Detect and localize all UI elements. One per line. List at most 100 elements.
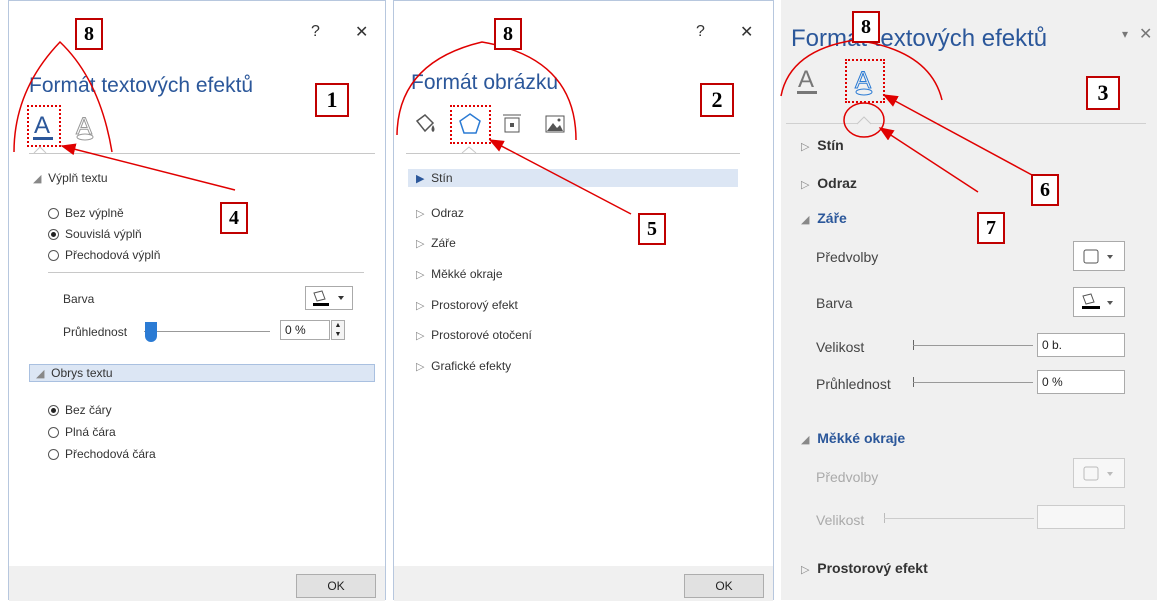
svg-text:A: A: [798, 66, 814, 93]
transparency-slider-track[interactable]: [913, 382, 1033, 383]
size-input[interactable]: 0 b.: [1037, 333, 1125, 357]
text-fill-outline-tab[interactable]: A: [796, 64, 820, 98]
radio-no-line[interactable]: [48, 405, 59, 416]
section-label: Měkké okraje: [817, 430, 906, 446]
list-item-label: Prostorové otočení: [431, 328, 532, 342]
close-button[interactable]: ✕: [355, 22, 368, 42]
annotation-badge-8: 8: [75, 18, 103, 50]
annotation-highlight: [27, 105, 61, 147]
list-item-label: Odraz: [431, 206, 464, 220]
section-label: Výplň textu: [48, 171, 108, 185]
spin-button[interactable]: ▲ ▼: [331, 320, 345, 340]
expand-triangle-icon: ▶: [416, 173, 425, 185]
size-slider-track[interactable]: [913, 345, 1033, 346]
format-text-effects-pane: Formát textových efektů ▾ ✕ 3 A A ▷ Stín…: [781, 0, 1157, 600]
close-icon[interactable]: ✕: [1139, 24, 1152, 44]
list-item-label: Měkké okraje: [431, 267, 503, 281]
section-text-fill[interactable]: ◢ Výplň textu: [33, 171, 108, 185]
annotation-badge-3: 3: [1086, 76, 1120, 110]
section-soft-edges[interactable]: ◢ Měkké okraje: [801, 430, 905, 446]
list-item-soft-edges[interactable]: ▷ Měkké okraje: [416, 267, 503, 281]
text-effects-icon: A: [76, 113, 94, 141]
size-input-disabled[interactable]: [1037, 505, 1125, 529]
transparency-label: Průhlednost: [63, 325, 128, 339]
collapse-triangle-icon: ◢: [801, 214, 810, 226]
section-3d-format[interactable]: ▷ Prostorový efekt: [801, 560, 928, 576]
paint-bucket-icon: [1082, 293, 1113, 309]
close-button[interactable]: ✕: [740, 22, 753, 42]
transparency-slider-track[interactable]: [144, 331, 270, 332]
ok-button[interactable]: OK: [296, 574, 376, 598]
expand-triangle-icon: ▷: [416, 361, 425, 373]
section-label: Odraz: [817, 175, 857, 191]
divider: [48, 272, 364, 273]
list-item-glow[interactable]: ▷ Záře: [416, 236, 456, 250]
radio-label: Bez výplně: [65, 206, 124, 220]
presets-dropdown-disabled[interactable]: [1073, 458, 1125, 488]
list-item-3d-rotation[interactable]: ▷ Prostorové otočení: [416, 328, 532, 342]
annotation-badge-8: 8: [852, 11, 880, 43]
expand-triangle-icon: ▷: [416, 238, 425, 250]
annotation-badge-7: 7: [977, 212, 1005, 244]
size-label: Velikost: [816, 512, 865, 528]
fill-line-tab[interactable]: [412, 111, 438, 139]
radio-solid-fill[interactable]: [48, 229, 59, 240]
radio-gradient-fill[interactable]: [48, 250, 59, 261]
section-glow[interactable]: ◢ Záře: [801, 210, 847, 226]
dialog-title: Formát textových efektů: [29, 74, 254, 97]
presets-dropdown[interactable]: [1073, 241, 1125, 271]
size-label: Velikost: [816, 339, 865, 355]
section-label: Prostorový efekt: [817, 560, 928, 576]
section-shadow[interactable]: ▷ Stín: [801, 137, 844, 153]
size-properties-tab[interactable]: [501, 112, 523, 136]
list-item-reflection[interactable]: ▷ Odraz: [416, 206, 464, 220]
picture-tab[interactable]: [544, 112, 566, 136]
list-item-artistic-effects[interactable]: ▷ Grafické efekty: [416, 359, 511, 373]
text-effects-tab[interactable]: A: [71, 108, 99, 142]
help-button[interactable]: ?: [696, 23, 705, 41]
transparency-input[interactable]: 0 %: [280, 320, 330, 340]
expand-triangle-icon: ▷: [801, 141, 810, 153]
section-label: Obrys textu: [51, 366, 113, 380]
color-picker-button[interactable]: [1073, 287, 1125, 317]
collapse-triangle-icon: ◢: [36, 368, 45, 380]
expand-triangle-icon: ▷: [416, 300, 425, 312]
annotation-badge-4: 4: [220, 202, 248, 234]
radio-gradient-line[interactable]: [48, 449, 59, 460]
annotation-badge-6: 6: [1031, 174, 1059, 206]
format-picture-dialog: ? ✕ Formát obrázku 2 ▶ Stín ▷ Odraz ▷ Zá…: [393, 0, 774, 601]
list-item-label: Grafické efekty: [431, 359, 512, 373]
picture-icon: [545, 115, 565, 133]
collapse-triangle-icon: ◢: [33, 173, 42, 185]
preset-swatch-icon: [1083, 249, 1113, 264]
color-label: Barva: [816, 295, 853, 311]
annotation-highlight: [845, 59, 885, 103]
text-fill-icon: A: [797, 66, 817, 94]
pane-options-chevron-icon[interactable]: ▾: [1122, 27, 1128, 41]
section-reflection[interactable]: ▷ Odraz: [801, 175, 857, 191]
expand-triangle-icon: ▷: [416, 330, 425, 342]
ok-button[interactable]: OK: [684, 574, 764, 598]
dialog-title: Formát obrázku: [411, 71, 559, 94]
expand-triangle-icon: ▷: [416, 208, 425, 220]
radio-solid-line[interactable]: [48, 427, 59, 438]
divider: [29, 153, 375, 154]
annotation-badge-8: 8: [494, 18, 522, 50]
presets-label: Předvolby: [816, 249, 879, 265]
list-item-shadow[interactable]: ▶ Stín: [408, 169, 738, 187]
expand-triangle-icon: ▷: [801, 179, 810, 191]
transparency-slider-thumb[interactable]: [145, 322, 157, 342]
pane-title: Formát textových efektů: [791, 25, 1048, 52]
list-item-3d-format[interactable]: ▷ Prostorový efekt: [416, 298, 518, 312]
transparency-input[interactable]: 0 %: [1037, 370, 1125, 394]
section-text-outline[interactable]: ◢ Obrys textu: [29, 364, 375, 382]
color-picker-button[interactable]: [305, 286, 353, 310]
size-slider-track[interactable]: [884, 518, 1034, 519]
radio-label: Plná čára: [65, 425, 116, 439]
paint-bucket-icon: [313, 290, 344, 306]
divider: [786, 123, 1146, 124]
annotation-highlight: [450, 105, 491, 144]
preset-swatch-icon: [1083, 466, 1113, 481]
help-button[interactable]: ?: [311, 23, 320, 41]
radio-no-fill[interactable]: [48, 208, 59, 219]
